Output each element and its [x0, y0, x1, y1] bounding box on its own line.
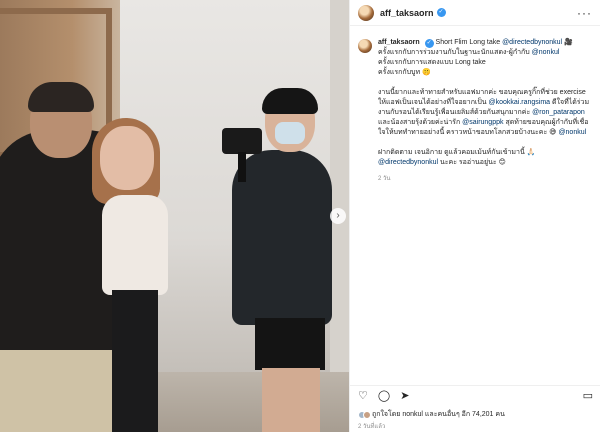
likes-text: ถูกใจโดย nonkul และคนอื่นๆ อีก 74,201 คน	[372, 411, 505, 418]
post-header: aff_taksaorn ✓ ···	[350, 0, 600, 26]
caption-verified-icon: ✓	[424, 39, 434, 48]
verified-badge-icon: ✓	[436, 8, 446, 17]
cameraman-mask	[275, 122, 305, 144]
mention-link[interactable]: @directedbynonkul	[502, 39, 562, 46]
mention-link[interactable]: @nonkul	[558, 129, 586, 136]
liker-avatars	[358, 410, 371, 419]
carousel-next-button[interactable]: ›	[330, 208, 346, 224]
comment-icon[interactable]: ◯	[378, 389, 390, 402]
caption-text: ฝากติดตาม เจนอิกาย ดูแล้วคอมเม้นท์กันเข้…	[378, 149, 536, 156]
caption-username[interactable]: aff_taksaorn	[378, 39, 420, 46]
caption: aff_taksaorn ✓ Short Flim Long take @dir…	[358, 38, 594, 184]
caption-paragraph-1: aff_taksaorn ✓ Short Flim Long take @dir…	[378, 38, 594, 78]
caption-text: Short Flim Long take	[435, 39, 503, 46]
avatar[interactable]	[358, 4, 374, 21]
mention-link[interactable]: @nonkul	[532, 49, 560, 56]
username-link[interactable]: aff_taksaorn	[380, 8, 434, 18]
mention-link[interactable]: @directedbynonkul	[378, 159, 438, 166]
post-date[interactable]: 2 วันที่แล้ว	[358, 421, 385, 431]
mention-link[interactable]: @ron_patarapon	[532, 109, 585, 116]
cameraman-shorts	[255, 318, 325, 370]
share-icon[interactable]: ➤	[400, 389, 409, 402]
bookmark-icon[interactable]: ▭	[583, 389, 593, 402]
woman-blouse	[102, 195, 168, 295]
cameraman-legs	[262, 368, 320, 432]
cameraman-hoodie	[232, 150, 332, 325]
woman-pants	[112, 290, 158, 432]
caption-paragraph-2: งานนี้ยากและท้าทายสำหรับแอฟมากค่ะ ขอบคุณ…	[378, 88, 594, 138]
caption-paragraph-3: ฝากติดตาม เจนอิกาย ดูแล้วคอมเม้นท์กันเข้…	[378, 148, 594, 168]
caption-text: ครั้งแรกกับการแสดงแบบ Long take	[378, 59, 486, 66]
man-hair	[28, 82, 94, 112]
camera-emoji: 🎥	[564, 39, 573, 46]
mention-link[interactable]: @sairungppk	[462, 119, 503, 126]
avatar	[363, 410, 371, 419]
mention-link[interactable]: @kookkai.rangsima	[489, 99, 551, 106]
post-photo[interactable]: ›	[0, 0, 349, 432]
like-icon[interactable]: ♡	[358, 389, 368, 402]
post-side-panel: aff_taksaorn ✓ ··· aff_taksaorn ✓ Short …	[349, 0, 600, 432]
caption-text: ครั้งแรกกับการร่วมงานกับในฐานะนักแสดง-ผู…	[378, 49, 532, 56]
caption-text: นะคะ รออ่านอยู่นะ 😊	[438, 159, 506, 166]
camera-rig	[222, 128, 262, 154]
action-bar: ♡ ◯ ➤ ▭	[350, 385, 600, 405]
cameraman-hair	[262, 88, 318, 114]
likes-summary[interactable]: ถูกใจโดย nonkul และคนอื่นๆ อีก 74,201 คน	[358, 409, 505, 420]
caption-text: ครั้งแรกกับบูท 🤫	[378, 69, 431, 76]
caption-avatar[interactable]	[358, 39, 372, 53]
caption-text: และน้องสายรุ้งด้วยค่ะน่ารัก	[378, 119, 463, 126]
camera-grip	[238, 152, 246, 182]
caption-timestamp[interactable]: 2 วัน	[378, 174, 594, 184]
woman-head	[100, 126, 154, 190]
more-options-icon[interactable]: ···	[577, 6, 592, 20]
